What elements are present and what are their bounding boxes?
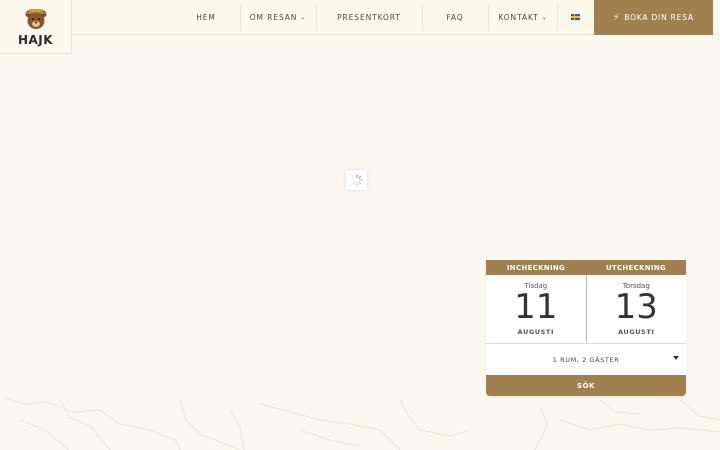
nav-item-label: KONTAKT: [498, 13, 539, 22]
logo-text: HAJK: [17, 33, 54, 47]
nav-item-label: FAQ: [446, 13, 464, 22]
booking-dates: Tisdag 11 AUGUSTI Torsdag 13 AUGUSTI: [486, 275, 686, 344]
checkin-month: AUGUSTI: [517, 328, 554, 336]
nav-divider: [557, 4, 558, 31]
booking-header: INCHECKNING UTCHECKNING: [486, 260, 686, 275]
checkout-date-picker[interactable]: Torsdag 13 AUGUSTI: [585, 275, 687, 343]
book-trip-label: BOKA DIN RESA: [624, 13, 694, 22]
guests-value: 1 RUM, 2 GÄSTER: [552, 355, 620, 364]
guests-select[interactable]: 1 RUM, 2 GÄSTER: [486, 344, 686, 375]
chevron-down-icon: ⌄: [300, 14, 307, 21]
map-background-lines: [4, 397, 720, 450]
loading-spinner: [346, 170, 367, 190]
nav-divider: [488, 4, 489, 31]
checkout-month: AUGUSTI: [618, 328, 655, 336]
main-nav: HEM OM RESAN ⌄ PRESENTKORT FAQ KONTAKT ⌄…: [0, 0, 720, 35]
checkin-date-picker[interactable]: Tisdag 11 AUGUSTI: [486, 275, 586, 343]
checkin-day: 11: [514, 287, 558, 327]
caret-down-icon: [673, 356, 679, 360]
chevron-down-icon: ⌄: [541, 14, 548, 21]
search-button[interactable]: SÖK: [486, 375, 686, 396]
nav-divider: [240, 4, 241, 31]
nav-item-presentkort[interactable]: PRESENTKORT: [330, 0, 408, 35]
checkout-day: 13: [614, 287, 658, 327]
nav-item-hem[interactable]: HEM: [183, 0, 229, 35]
nav-item-label: PRESENTKORT: [337, 13, 401, 22]
nav-divider: [316, 4, 317, 31]
nav-item-label: HEM: [196, 13, 216, 22]
nav-item-faq[interactable]: FAQ: [438, 0, 472, 35]
spinner-icon: [350, 174, 363, 186]
nav-item-kontakt[interactable]: KONTAKT ⌄: [494, 0, 552, 35]
booking-widget: INCHECKNING UTCHECKNING Tisdag 11 AUGUST…: [486, 260, 686, 396]
nav-divider: [422, 4, 423, 31]
hiker-icon: ⚡: [613, 12, 621, 23]
search-button-label: SÖK: [577, 381, 595, 390]
swedish-flag-icon[interactable]: [571, 14, 580, 20]
book-trip-button[interactable]: ⚡ BOKA DIN RESA: [594, 0, 713, 35]
checkout-header: UTCHECKNING: [605, 263, 667, 272]
nav-item-label: OM RESAN: [249, 13, 298, 22]
checkin-header: INCHECKNING: [506, 263, 566, 272]
nav-item-om-resan[interactable]: OM RESAN ⌄: [246, 0, 310, 35]
